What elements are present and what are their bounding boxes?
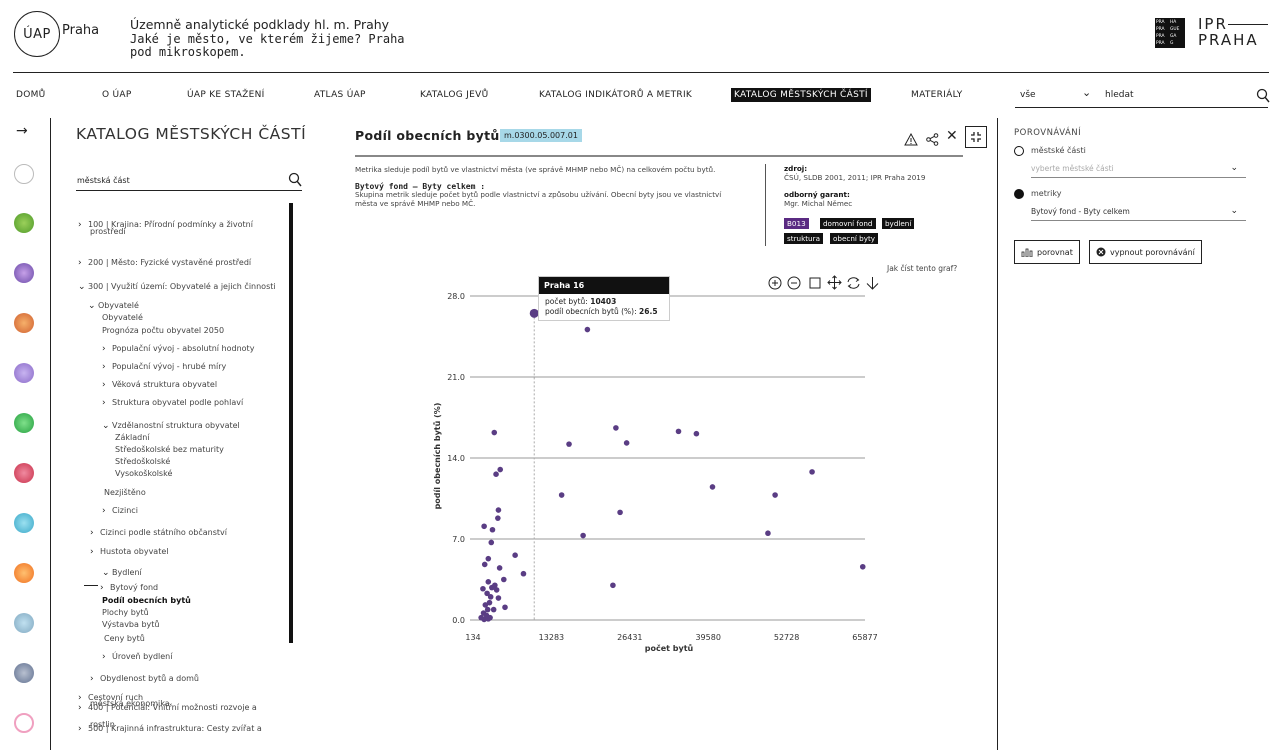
close-circle-icon: [1096, 247, 1106, 257]
data-point: [491, 429, 498, 436]
data-point: [809, 469, 815, 475]
x-axis-label: počet bytů: [645, 643, 694, 653]
data-point: [488, 539, 495, 546]
bar-chart-icon: [1021, 248, 1033, 257]
data-point: [493, 471, 499, 478]
metrics-select-value: Bytový fond - Byty celkem: [1031, 207, 1130, 216]
y-tick-label: 7.0: [452, 535, 465, 544]
data-point: [485, 579, 492, 585]
scatter-chart[interactable]: 0.0 7.0 14.0 21.0 28.0 134 13283 26431 39580 5272…: [0, 0, 1280, 750]
data-point: [512, 552, 518, 558]
compare-divider: [997, 118, 998, 750]
data-point: [496, 565, 503, 571]
data-point: [489, 584, 495, 591]
compare-button-label: porovnat: [1037, 247, 1073, 257]
chart-tooltip: Praha 16 počet bytů: 10403 podíl obecníc…: [538, 276, 670, 321]
tooltip-share-value: 26.5: [639, 306, 658, 316]
x-tick-label: 134: [465, 633, 480, 642]
data-point: [772, 492, 778, 498]
x-tick-label: 52728: [774, 633, 799, 642]
districts-select-placeholder: vyberte městské části: [1031, 164, 1114, 173]
data-point: [617, 509, 623, 516]
data-point: [566, 441, 572, 447]
radio-districts-label: městské části: [1031, 146, 1086, 155]
tooltip-line-count: počet bytů: 10403: [545, 297, 663, 307]
x-tick-label: 65877: [852, 633, 877, 642]
data-point: [502, 604, 508, 611]
y-axis-label: podíl obecních bytů (%): [432, 403, 442, 510]
data-point: [497, 466, 504, 473]
y-tick-label: 28.0: [447, 292, 465, 301]
metrics-select[interactable]: Bytový fond - Byty celkem ⌄: [1031, 206, 1246, 221]
data-point: [580, 532, 586, 539]
data-point: [709, 484, 716, 490]
data-point: [495, 507, 502, 513]
data-point: [765, 530, 771, 537]
disable-compare-label: vypnout porovnávání: [1110, 247, 1195, 257]
data-point: [489, 526, 496, 533]
data-point: [490, 606, 497, 613]
data-point: [484, 606, 491, 613]
radio-metrics-label: metriky: [1031, 189, 1062, 198]
data-point: [613, 425, 619, 431]
data-point: [481, 561, 488, 568]
data-point: [859, 563, 866, 570]
y-tick-label: 14.0: [447, 454, 465, 463]
data-point: [693, 430, 700, 437]
tooltip-line-share: podíl obecních bytů (%): 26.5: [545, 307, 663, 317]
data-point: [495, 515, 501, 521]
data-point: [481, 523, 487, 530]
radio-metrics[interactable]: [1014, 189, 1024, 199]
compare-title: POROVNÁVÁNÍ: [1014, 128, 1082, 138]
data-point: [623, 440, 630, 446]
data-point: [493, 587, 500, 593]
data-point: [485, 555, 492, 562]
disable-compare-button[interactable]: vypnout porovnávání: [1089, 240, 1202, 264]
radio-districts[interactable]: [1014, 146, 1024, 156]
data-point: [501, 576, 507, 583]
x-tick-label: 39580: [695, 633, 720, 642]
tooltip-title: Praha 16: [539, 277, 669, 294]
chevron-down-icon: ⌄: [1230, 163, 1238, 173]
data-point: [480, 585, 486, 592]
tooltip-share-label: podíl obecních bytů (%):: [545, 306, 637, 316]
tooltip-body: počet bytů: 10403 podíl obecních bytů (%…: [539, 294, 669, 320]
data-point: [558, 492, 565, 498]
data-point: [610, 582, 616, 589]
x-tick-label: 13283: [539, 633, 564, 642]
tooltip-count-label: počet bytů:: [545, 297, 588, 306]
data-point: [487, 594, 494, 600]
chevron-down-icon: ⌄: [1230, 206, 1238, 216]
data-point: [584, 326, 591, 333]
data-point: [675, 428, 682, 435]
data-point: [495, 595, 502, 601]
data-point: [520, 570, 527, 577]
districts-select[interactable]: vyberte městské části ⌄: [1031, 163, 1246, 178]
data-point: [487, 614, 493, 621]
compare-button[interactable]: porovnat: [1014, 240, 1080, 264]
x-tick-label: 26431: [617, 633, 642, 642]
tooltip-count-value: 10403: [590, 297, 617, 306]
y-tick-label: 21.0: [447, 373, 465, 382]
y-tick-label: 0.0: [452, 616, 465, 625]
